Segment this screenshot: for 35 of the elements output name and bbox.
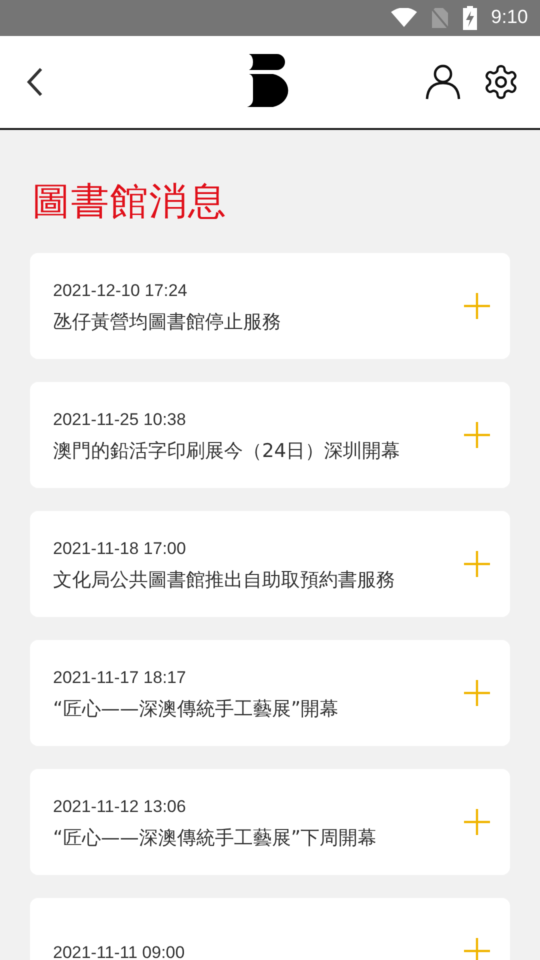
news-card[interactable]: 2021-11-12 13:06 “匠心——深澳傳統手工藝展”下周開幕	[30, 769, 510, 875]
plus-icon	[464, 293, 490, 319]
news-date: 2021-11-17 18:17	[53, 668, 187, 688]
page-title: 圖書館消息	[32, 178, 228, 225]
news-card[interactable]: 2021-11-17 18:17 “匠心——深澳傳統手工藝展”開幕	[30, 640, 510, 746]
battery-charging-icon	[463, 6, 478, 30]
person-icon	[424, 63, 462, 101]
plus-icon	[464, 938, 490, 960]
expand-button[interactable]	[464, 680, 490, 706]
news-card[interactable]: 2021-11-25 10:38 澳門的鉛活字印刷展今（24日）深圳開幕	[30, 382, 510, 488]
news-title: 文化局公共圖書館推出自助取預約書服務	[53, 568, 396, 593]
plus-icon	[464, 680, 490, 706]
news-date: 2021-11-18 17:00	[53, 539, 187, 559]
news-card[interactable]: 2021-11-18 17:00 文化局公共圖書館推出自助取預約書服務	[30, 511, 510, 617]
wifi-icon	[391, 8, 418, 28]
news-date: 2021-11-11 09:00	[53, 943, 186, 960]
expand-button[interactable]	[464, 551, 490, 577]
plus-icon	[464, 809, 490, 835]
status-time: 9:10	[491, 7, 528, 29]
plus-icon	[464, 422, 490, 448]
news-title: 澳門的鉛活字印刷展今（24日）深圳開幕	[53, 439, 402, 464]
news-title: “匠心——深澳傳統手工藝展”下周開幕	[53, 826, 378, 851]
plus-icon	[464, 551, 490, 577]
news-date: 2021-11-25 10:38	[53, 410, 187, 430]
expand-button[interactable]	[464, 293, 490, 319]
news-title: “匠心——深澳傳統手工藝展”開幕	[53, 697, 340, 722]
news-date: 2021-12-10 17:24	[53, 281, 188, 301]
news-card[interactable]: 2021-11-11 09:00	[30, 898, 510, 960]
news-title: 氹仔黃營均圖書館停止服務	[53, 310, 282, 335]
expand-button[interactable]	[464, 809, 490, 835]
expand-button[interactable]	[464, 422, 490, 448]
expand-button[interactable]	[464, 938, 490, 960]
news-card[interactable]: 2021-12-10 17:24 氹仔黃營均圖書館停止服務	[30, 253, 510, 359]
news-date: 2021-11-12 13:06	[53, 797, 187, 817]
no-sim-icon	[431, 7, 450, 29]
